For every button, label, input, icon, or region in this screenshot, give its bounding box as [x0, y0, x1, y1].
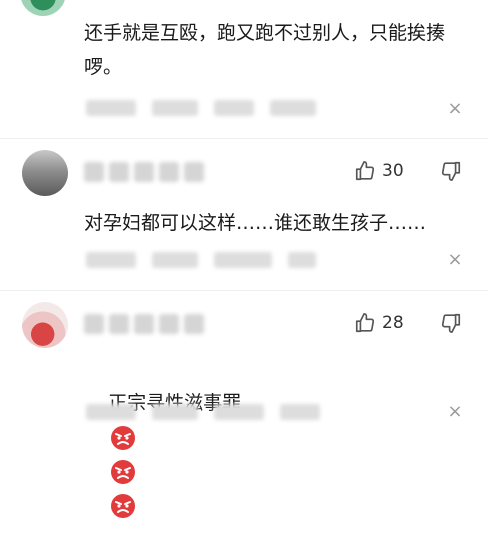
angry-face-emoji-icon	[111, 425, 136, 450]
like-button[interactable]: 30	[354, 160, 404, 182]
comment-text: 正宗寻性滋事罪	[84, 352, 464, 556]
thumbs-up-icon	[355, 161, 375, 181]
comment-meta-blurred	[86, 96, 316, 120]
close-icon[interactable]: ×	[446, 98, 464, 119]
divider	[0, 138, 488, 139]
avatar[interactable]	[22, 150, 68, 196]
thumbs-down-icon	[441, 313, 461, 333]
avatar[interactable]	[22, 302, 68, 348]
dislike-button[interactable]	[440, 312, 462, 338]
like-button[interactable]: 28	[354, 312, 404, 334]
comment-meta-blurred	[86, 248, 316, 272]
comment-text: 对孕妇都可以这样……谁还敢生孩子……	[84, 212, 427, 234]
divider	[0, 290, 488, 291]
avatar[interactable]	[20, 0, 66, 16]
comment-item: 30 对孕妇都可以这样……谁还敢生孩子…… ×	[0, 140, 488, 290]
close-icon[interactable]: ×	[446, 401, 464, 422]
username-blurred	[84, 314, 204, 336]
like-count: 30	[382, 161, 404, 181]
angry-face-emoji-icon	[111, 493, 136, 518]
like-count: 28	[382, 313, 404, 333]
dislike-button[interactable]	[440, 160, 462, 186]
comment-text: 还手就是互殴，跑又跑不过别人，只能挨揍啰。	[84, 22, 446, 78]
comment-item: 28 正宗寻性滋事罪 ×	[0, 292, 488, 518]
angry-face-emoji-icon	[111, 459, 136, 484]
comment-item: 还手就是互殴，跑又跑不过别人，只能挨揍啰。 ×	[0, 0, 488, 137]
comment-meta-blurred	[86, 400, 320, 424]
thumbs-down-icon	[441, 161, 461, 181]
close-icon[interactable]: ×	[446, 249, 464, 270]
thumbs-up-icon	[355, 313, 375, 333]
username-blurred	[84, 162, 204, 184]
